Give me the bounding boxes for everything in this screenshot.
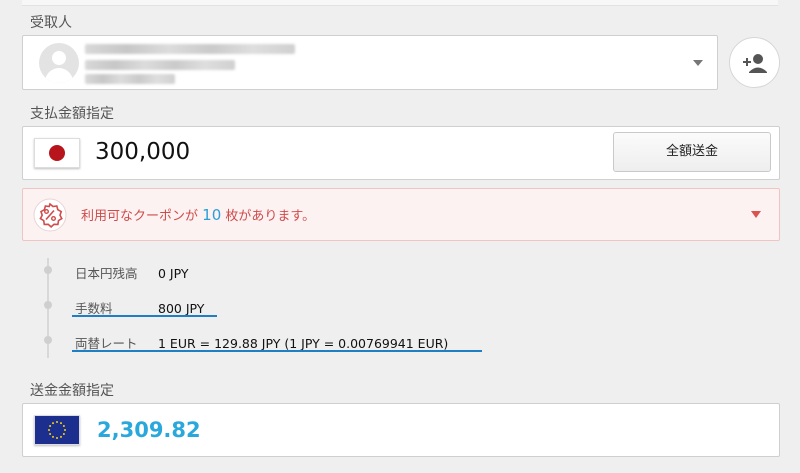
detail-row-balance: 日本円残高 0 JPY [75,263,189,282]
chevron-down-icon[interactable] [751,211,761,218]
chevron-down-icon [693,60,703,66]
payment-label: 支払金額指定 [30,106,114,122]
detail-value: 0 JPY [158,266,189,281]
send-amount-value[interactable]: 2,309.82 [97,418,201,442]
coupon-prefix: 利用可なクーポンが [81,209,199,224]
coupon-banner[interactable]: 利用可なクーポンが 10 枚があります。 [22,188,780,241]
coupon-suffix: 枚があります。 [225,209,316,224]
rate-underline [72,350,482,352]
add-user-icon [743,54,767,73]
coupon-percent-icon [33,198,67,232]
coupon-count: 10 [202,206,222,224]
top-divider [22,0,778,6]
avatar [39,43,79,83]
japan-flag-icon [34,138,80,168]
payment-amount-value[interactable]: 300,000 [95,139,190,165]
timeline-dot [44,301,52,309]
detail-value: 800 JPY [158,301,205,316]
send-all-button[interactable]: 全額送金 [613,132,771,172]
detail-key: 日本円残高 [75,266,138,281]
detail-value: 1 EUR = 129.88 JPY (1 JPY = 0.00769941 E… [158,336,449,351]
recipient-select[interactable] [22,35,718,90]
timeline-dot [44,336,52,344]
recipient-name-redacted [85,44,295,54]
timeline-dot [44,266,52,274]
eu-flag-icon [34,415,80,445]
recipient-label: 受取人 [30,15,72,31]
payment-amount-field[interactable]: 300,000 全額送金 [22,126,780,180]
send-label: 送金金額指定 [30,383,114,399]
send-amount-field[interactable]: 2,309.82 [22,403,780,457]
coupon-message: 利用可なクーポンが 10 枚があります。 [81,205,315,224]
add-recipient-button[interactable] [729,37,780,88]
recipient-detail-redacted [85,60,235,70]
recipient-detail-redacted [85,74,175,84]
fee-underline [72,315,217,317]
